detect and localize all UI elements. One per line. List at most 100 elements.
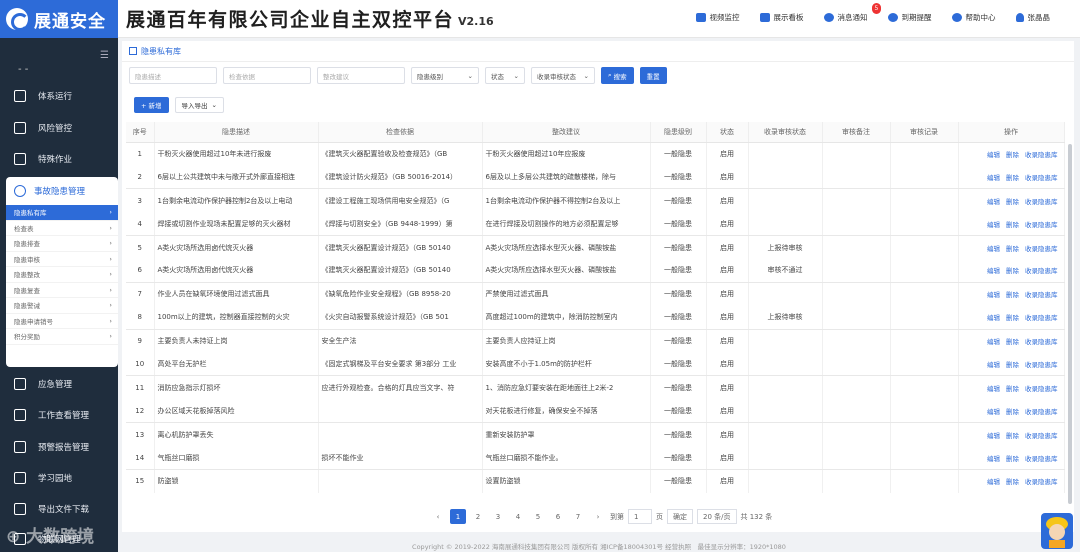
edit-link[interactable]: 编辑 [987,198,1000,206]
page-number[interactable]: 1 [450,509,466,524]
table-row[interactable]: 1 干粉灭火器使用超过10年未进行报废 《建筑灭火器配置验收及检查规范》（GB 干粉灭… [126,142,1065,166]
sub-item-audit[interactable]: 隐患审核 › [6,252,118,267]
page-number[interactable]: 4 [510,509,526,524]
sub-item-warn[interactable]: 隐患警诫 › [6,298,118,314]
delete-link[interactable]: 删除 [1006,151,1019,159]
nav-group-hazard[interactable]: 事故隐患管理 [6,177,118,205]
desc-input[interactable]: 隐患描述 [129,67,217,84]
sub-item-points[interactable]: 积分奖励 › [6,329,118,345]
scrollbar[interactable] [1068,144,1072,504]
basis-input[interactable]: 检查依据 [223,67,311,84]
collect-link[interactable]: 收录隐患库 [1025,198,1058,206]
delete-link[interactable]: 删除 [1006,432,1019,440]
delete-link[interactable]: 删除 [1006,245,1019,253]
edit-link[interactable]: 编辑 [987,174,1000,182]
sub-item-checklist[interactable]: 检查表 › [6,221,118,236]
message-link[interactable]: 消息通知 5 [823,3,882,23]
edit-link[interactable]: 编辑 [987,338,1000,346]
table-row[interactable]: 2 6层以上公共建筑中未与敞开式外廊直接相连 《建筑设计防火规范》（GB 50016… [126,165,1065,190]
collect-link[interactable]: 收录隐患库 [1025,408,1058,416]
sub-item-check[interactable]: 隐患排查 › [6,236,118,252]
nav-item-study[interactable]: 学习园地 [0,463,118,493]
board-link[interactable]: 展示看板 [759,12,804,23]
confirm-button[interactable]: 确定 [667,509,693,524]
delete-link[interactable]: 删除 [1006,361,1019,369]
delete-link[interactable]: 删除 [1006,291,1019,299]
collect-link[interactable]: 收录隐患库 [1025,338,1058,346]
collect-link[interactable]: 收录隐患库 [1025,221,1058,229]
audit-select[interactable]: 收录审核状态 ⌄ [531,67,595,84]
nav-item-risk[interactable]: 风险管控 [0,113,118,143]
page-number[interactable]: 6 [550,509,566,524]
table-row[interactable]: 3 1台剩余电流动作保护器控制2台及以上电动 《建设工程施工现场供用电安全规范》（G… [126,188,1065,213]
collect-link[interactable]: 收录隐患库 [1025,455,1058,463]
video-link[interactable]: 视频监控 [695,12,740,23]
search-button[interactable]: ⌕ 搜索 [601,67,634,84]
table-row[interactable]: 5 A类火灾场所选用卤代烷灭火器 《建筑灭火器配置设计规范》（GB 50140 A类火… [126,235,1065,259]
nav-item-special[interactable]: 特殊作业 [0,144,118,174]
import-export-button[interactable]: 导入导出 ⌄ [174,97,224,113]
delete-link[interactable]: 删除 [1006,455,1019,463]
collect-link[interactable]: 收录隐患库 [1025,478,1058,486]
edit-link[interactable]: 编辑 [987,408,1000,416]
user-link[interactable]: 张晶晶 [1015,12,1050,23]
edit-link[interactable]: 编辑 [987,245,1000,253]
table-row[interactable]: 8 100m以上的建筑，控制器直接控制的火灾 《火灾自动报警系统设计规范》（GB 5… [126,305,1065,330]
table-row[interactable]: 14 气瓶丝口磨损 损坏不能作业 气瓶丝口磨损不能作业。 一般隐患 启用 编辑 删除 收录隐患库 [126,446,1065,470]
advice-input[interactable]: 整改建议 [317,67,405,84]
table-row[interactable]: 15 防盗锁 设置防盗锁 一般隐患 启用 编辑 删除 收录隐患库 [126,469,1065,493]
sub-item-private[interactable]: 隐患私有库 › [6,205,118,221]
prev-page[interactable]: ‹ [430,509,446,524]
reset-button[interactable]: 重置 [639,67,667,84]
edit-link[interactable]: 编辑 [987,385,1000,393]
help-link[interactable]: 帮助中心 [951,12,996,23]
page-number[interactable]: 3 [490,509,506,524]
next-page[interactable]: › [590,509,606,524]
delete-link[interactable]: 删除 [1006,408,1019,416]
table-row[interactable]: 12 办公区域天花板掉落风险 对天花板进行修复，确保安全不掉落 一般隐患 启用 编辑 删除收… [126,399,1065,424]
collect-link[interactable]: 收录隐患库 [1025,385,1058,393]
table-row[interactable]: 4 焊接或切割作业现场未配置足够的灭火器材 《焊接与切割安全》（GB 9448-19… [126,212,1065,237]
collect-link[interactable]: 收录隐患库 [1025,314,1058,322]
table-row[interactable]: 13 离心机防护罩丢失 重新安装防护罩 一般隐患 启用 编辑 删除 收录隐患库 [126,422,1065,447]
table-row[interactable]: 11 消防应急指示灯损坏 应进行外观检查。合格的灯具应当文字、符 1、消防应急灯要安装… [126,375,1065,400]
collect-link[interactable]: 收录隐患库 [1025,361,1058,369]
collect-link[interactable]: 收录隐患库 [1025,291,1058,299]
edit-link[interactable]: 编辑 [987,151,1000,159]
page-number[interactable]: 2 [470,509,486,524]
nav-item-system[interactable]: 体系运行 [0,81,118,111]
nav-item-work[interactable]: 工作查看管理 [0,400,118,430]
collect-link[interactable]: 收录隐患库 [1025,151,1058,159]
page-size-select[interactable]: 20 条/页 [697,509,737,524]
collect-link[interactable]: 收录隐患库 [1025,432,1058,440]
add-button[interactable]: + 新增 [134,97,169,113]
table-row[interactable]: 9 主要负责人未持证上岗 安全生产法 主要负责人应持证上岗 一般隐患 启用 编辑 删除 收录隐患… [126,329,1065,353]
edit-link[interactable]: 编辑 [987,291,1000,299]
collect-link[interactable]: 收录隐患库 [1025,174,1058,182]
edit-link[interactable]: 编辑 [987,221,1000,229]
delete-link[interactable]: 删除 [1006,478,1019,486]
collect-link[interactable]: 收录隐患库 [1025,267,1058,275]
delete-link[interactable]: 删除 [1006,314,1019,322]
delete-link[interactable]: 删除 [1006,221,1019,229]
edit-link[interactable]: 编辑 [987,267,1000,275]
delete-link[interactable]: 删除 [1006,338,1019,346]
table-row[interactable]: 6 A类火灾场所选用卤代烷灭火器 《建筑灭火器配置设计规范》（GB 50140 A类火… [126,258,1065,283]
collect-link[interactable]: 收录隐患库 [1025,245,1058,253]
edit-link[interactable]: 编辑 [987,455,1000,463]
table-row[interactable]: 7 作业人员在缺氧环境使用过滤式面具 《缺氧危险作业安全规程》（GB 8958-20… [126,282,1065,306]
table-row[interactable]: 10 高处平台无护栏 《固定式钢梯及平台安全要求 第3部分 工业 安装高度不小于1.0… [126,352,1065,377]
edit-link[interactable]: 编辑 [987,361,1000,369]
status-select[interactable]: 状态 ⌄ [485,67,525,84]
delete-link[interactable]: 删除 [1006,267,1019,275]
expire-link[interactable]: 到期提醒 [887,12,932,23]
sub-item-cancel[interactable]: 隐患申请销号 › [6,314,118,329]
page-number[interactable]: 7 [570,509,586,524]
sub-item-recheck[interactable]: 隐患复查 › [6,283,118,298]
menu-collapse-icon[interactable]: ☰ [100,50,109,61]
edit-link[interactable]: 编辑 [987,314,1000,322]
delete-link[interactable]: 删除 [1006,198,1019,206]
nav-item-download[interactable]: 导出文件下载 [0,494,118,524]
edit-link[interactable]: 编辑 [987,432,1000,440]
edit-link[interactable]: 编辑 [987,478,1000,486]
